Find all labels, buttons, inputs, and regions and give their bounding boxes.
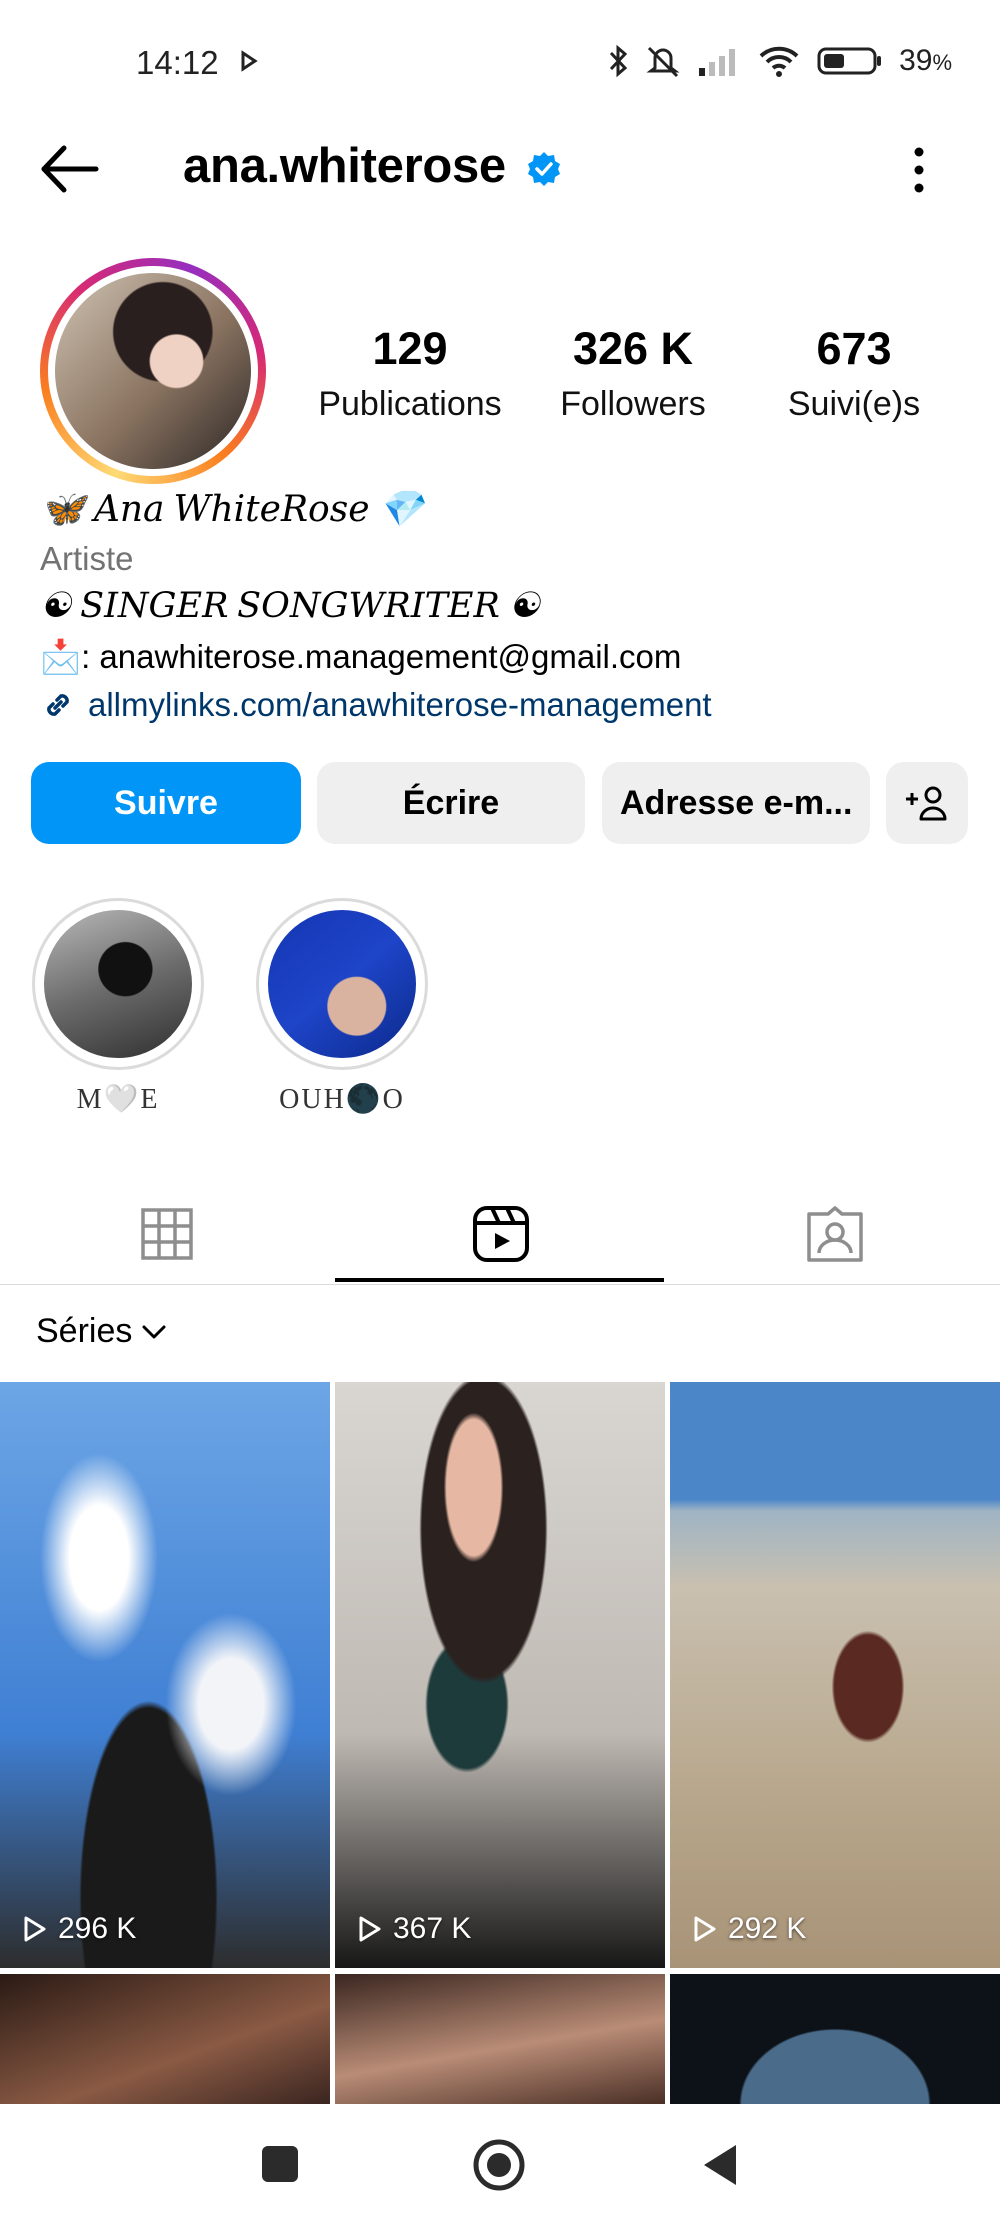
suggest-people-button[interactable] [886, 762, 968, 844]
add-person-icon [906, 786, 947, 821]
series-filter[interactable]: Séries [36, 1312, 168, 1351]
highlight-1[interactable] [32, 898, 204, 1070]
highlight-1-label: M🤍E [76, 1084, 160, 1115]
followers-count: 326 K [572, 323, 694, 374]
message-button[interactable]: Écrire [317, 762, 585, 844]
reels-icon [473, 1206, 529, 1262]
stat-followers[interactable]: 326 K Followers [548, 326, 718, 424]
reel-thumbnail[interactable] [0, 1974, 330, 2104]
wifi-icon [759, 46, 799, 77]
grid-icon [141, 1208, 193, 1260]
reel-views: 292 K [692, 1912, 806, 1946]
tab-posts[interactable] [0, 1184, 334, 1284]
status-time: 14:12 [136, 44, 219, 81]
system-back-button[interactable] [700, 2142, 740, 2188]
more-options-button[interactable] [900, 140, 938, 200]
highlight-1-cover [44, 910, 192, 1058]
bio-link[interactable]: allmylinks.com/anawhiterose-management [88, 686, 712, 724]
recents-button[interactable] [262, 2146, 298, 2182]
reel-views: 367 K [357, 1912, 471, 1946]
highlight-2[interactable] [256, 898, 428, 1070]
play-icon [694, 1916, 716, 1942]
battery-icon [817, 47, 882, 75]
more-vertical-icon [914, 147, 924, 193]
tagged-icon [807, 1206, 863, 1262]
mute-icon [646, 46, 680, 78]
avatar-photo [55, 273, 251, 469]
tab-tagged[interactable] [668, 1184, 1000, 1284]
followers-label: Followers [560, 385, 706, 423]
profile-avatar[interactable] [40, 258, 266, 484]
posts-label: Publications [318, 385, 502, 423]
active-tab-indicator [335, 1278, 664, 1282]
arrow-left-icon [41, 145, 99, 193]
divider [0, 1284, 1000, 1285]
reel-thumbnail[interactable] [335, 1974, 665, 2104]
play-icon [241, 50, 258, 72]
following-count: 673 [816, 323, 892, 374]
posts-count: 129 [372, 323, 448, 374]
highlight-2-label: OUH🌑O [279, 1084, 405, 1115]
series-label: Séries [36, 1312, 133, 1350]
email-button[interactable]: Adresse e-m... [602, 762, 870, 844]
play-icon [359, 1916, 381, 1942]
follow-button[interactable]: Suivre [31, 762, 301, 844]
back-button[interactable] [38, 142, 102, 196]
reel-thumbnail[interactable] [670, 1974, 1000, 2104]
following-label: Suivi(e)s [787, 385, 921, 423]
highlight-2-cover [268, 910, 416, 1058]
verified-badge-icon [528, 152, 560, 186]
stat-posts[interactable]: 129 Publications [308, 326, 512, 424]
reel-thumbnail[interactable]: 296 K [0, 1382, 330, 1968]
reel-thumbnail[interactable]: 367 K [335, 1382, 665, 1968]
bluetooth-icon [609, 44, 628, 78]
status-icons: 39% [607, 44, 952, 78]
tab-reels[interactable] [334, 1184, 668, 1284]
reel-thumbnail[interactable]: 292 K [670, 1382, 1000, 1968]
profile-username: ana.whiterose [183, 139, 506, 193]
stat-following[interactable]: 673 Suivi(e)s [772, 326, 936, 424]
home-button[interactable] [472, 2138, 526, 2192]
chevron-down-icon [142, 1325, 166, 1338]
bio-text: ☯ 𝑆𝐼𝑁𝐺𝐸𝑅 𝑆𝑂𝑁𝐺𝑊𝑅𝐼𝑇𝐸𝑅 ☯ [40, 586, 540, 625]
bio-display-name: 🦋 𝐴𝑛𝑎 𝑊ℎ𝑖𝑡𝑒𝑅𝑜𝑠𝑒 💎 [40, 489, 424, 529]
bio-link-row[interactable]: allmylinks.com/anawhiterose-management [40, 686, 712, 724]
link-icon [47, 694, 69, 716]
bio-email: 📩: anawhiterose.management@gmail.com [40, 638, 682, 675]
play-icon [24, 1916, 46, 1942]
battery-percent: 39% [899, 44, 952, 77]
reel-views: 296 K [22, 1912, 136, 1946]
signal-icon [699, 49, 736, 76]
bio-category: Artiste [40, 540, 134, 577]
